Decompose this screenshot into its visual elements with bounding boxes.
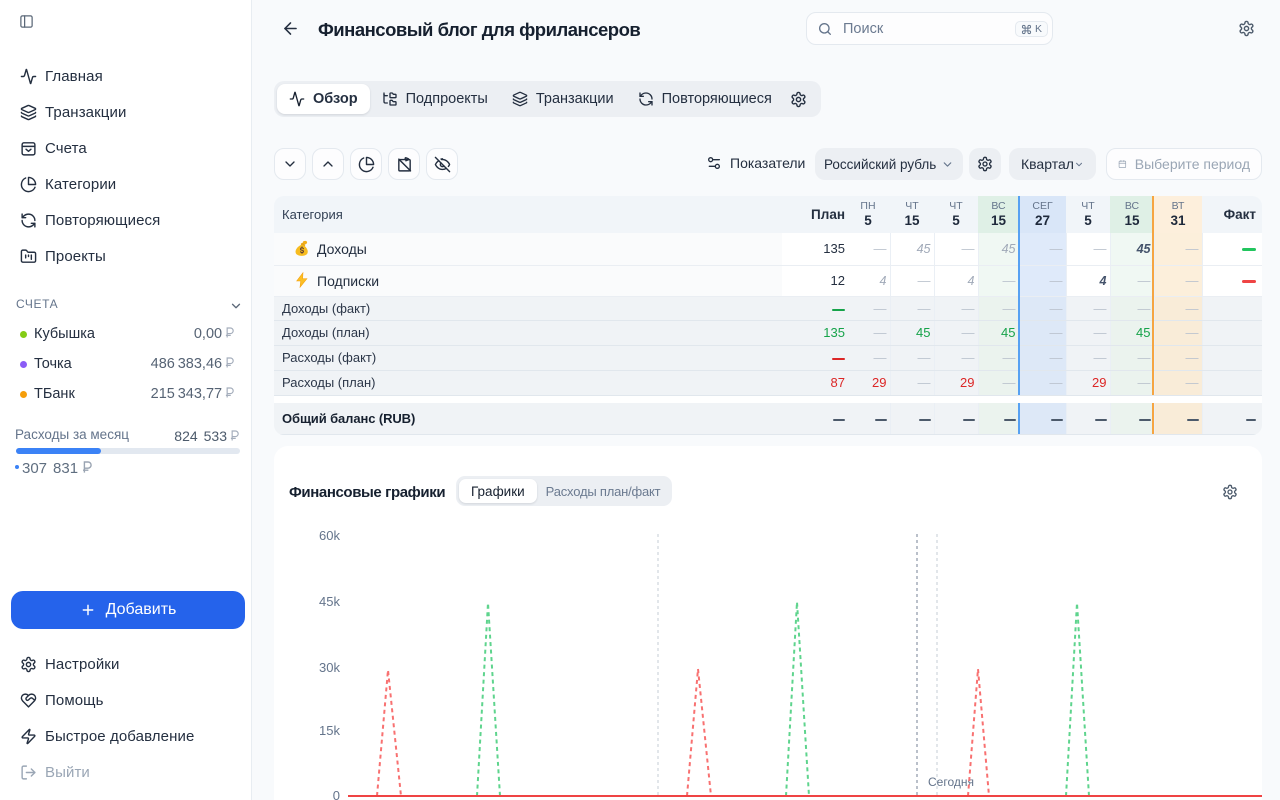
svg-text:60k: 60k <box>319 528 340 543</box>
svg-text:0: 0 <box>333 788 340 800</box>
svg-text:30k: 30k <box>319 660 340 675</box>
svg-text:45k: 45k <box>319 594 340 609</box>
svg-text:15k: 15k <box>319 723 340 738</box>
svg-text:Сегодня: Сегодня <box>928 775 974 789</box>
